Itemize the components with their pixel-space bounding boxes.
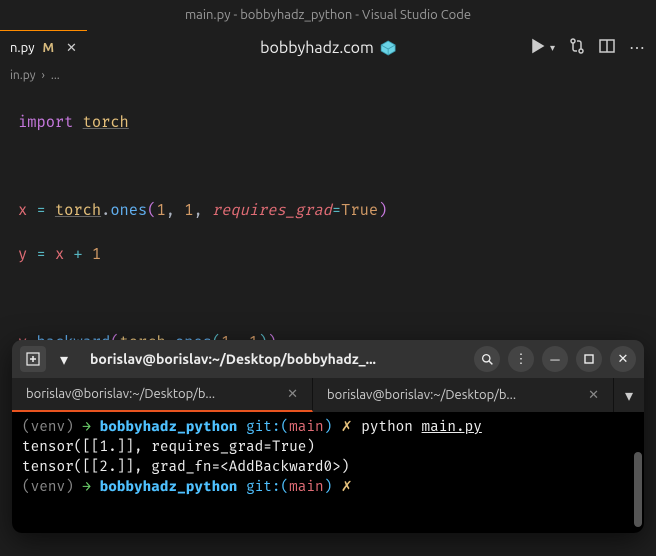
code-line: [18, 156, 638, 178]
terminal-search-button[interactable]: [474, 346, 500, 372]
terminal-new-tab-button[interactable]: [20, 346, 46, 372]
window-title: main.py - bobbyhadz_python - Visual Stud…: [185, 8, 471, 22]
terminal-new-tab-dropdown[interactable]: ▾: [54, 346, 74, 372]
editor-actions: ▾ ⋯: [530, 38, 646, 58]
breadcrumb-rest: ...: [51, 69, 60, 82]
terminal-close-button[interactable]: ✕: [610, 346, 636, 372]
window-titlebar: main.py - bobbyhadz_python - Visual Stud…: [0, 0, 656, 30]
terminal-tab-title: borislav@borislav:~/Desktop/b...: [327, 388, 580, 402]
more-actions-icon[interactable]: ⋯: [629, 38, 646, 57]
terminal-line: tensor([[1.]], requires_grad=True): [22, 438, 634, 458]
tab-close-icon[interactable]: ✕: [66, 41, 77, 56]
cube-icon: [380, 40, 396, 56]
breadcrumb-sep: ›: [42, 69, 45, 82]
terminal-tab-title: borislav@borislav:~/Desktop/b...: [26, 387, 279, 401]
watermark-label: bobbyhadz.com: [260, 39, 396, 57]
tab-modified-indicator: M: [42, 41, 54, 55]
run-button[interactable]: [530, 38, 546, 58]
terminal-tab-active[interactable]: borislav@borislav:~/Desktop/b... ✕: [12, 378, 313, 412]
code-line: y = x + 1: [18, 244, 638, 266]
terminal-body[interactable]: (venv) → bobbyhadz_python git:(main) ✗ p…: [12, 412, 644, 533]
code-line: x = torch.ones(1, 1, requires_grad=True): [18, 200, 638, 222]
run-dropdown-icon[interactable]: ▾: [550, 42, 555, 54]
split-editor-icon[interactable]: [599, 38, 615, 58]
terminal-tab-close-icon[interactable]: ✕: [588, 388, 599, 403]
terminal-tab[interactable]: borislav@borislav:~/Desktop/b... ✕: [313, 378, 614, 412]
tab-filename: n.py: [10, 41, 34, 55]
terminal-line: tensor([[2.]], grad_fn=<AddBackward0>): [22, 458, 634, 478]
terminal-menu-button[interactable]: ⋮: [508, 346, 534, 372]
terminal-tab-close-icon[interactable]: ✕: [287, 387, 298, 402]
code-line: [18, 288, 638, 310]
terminal-window: ▾ borislav@borislav:~/Desktop/bobbyhadz_…: [12, 340, 644, 533]
terminal-tabs-dropdown[interactable]: ▾: [614, 378, 644, 412]
breadcrumb-file: in.py: [10, 69, 36, 82]
terminal-window-title: borislav@borislav:~/Desktop/bobbyhadz_..…: [82, 351, 466, 367]
terminal-titlebar: ▾ borislav@borislav:~/Desktop/bobbyhadz_…: [12, 340, 644, 378]
code-line: import torch: [18, 112, 638, 134]
terminal-scrollbar[interactable]: [634, 452, 642, 527]
terminal-tabbar: borislav@borislav:~/Desktop/b... ✕ boris…: [12, 378, 644, 412]
breadcrumb[interactable]: in.py › ...: [0, 65, 656, 86]
terminal-maximize-button[interactable]: [576, 346, 602, 372]
terminal-line: (venv) → bobbyhadz_python git:(main) ✗ p…: [22, 418, 634, 438]
terminal-line: (venv) → bobbyhadz_python git:(main) ✗: [22, 478, 634, 498]
terminal-minimize-button[interactable]: ─: [542, 346, 568, 372]
editor-tabbar: n.py M ✕ bobbyhadz.com ▾ ⋯: [0, 30, 656, 65]
git-compare-icon[interactable]: [569, 38, 585, 58]
editor-tab-active[interactable]: n.py M ✕: [0, 30, 87, 65]
